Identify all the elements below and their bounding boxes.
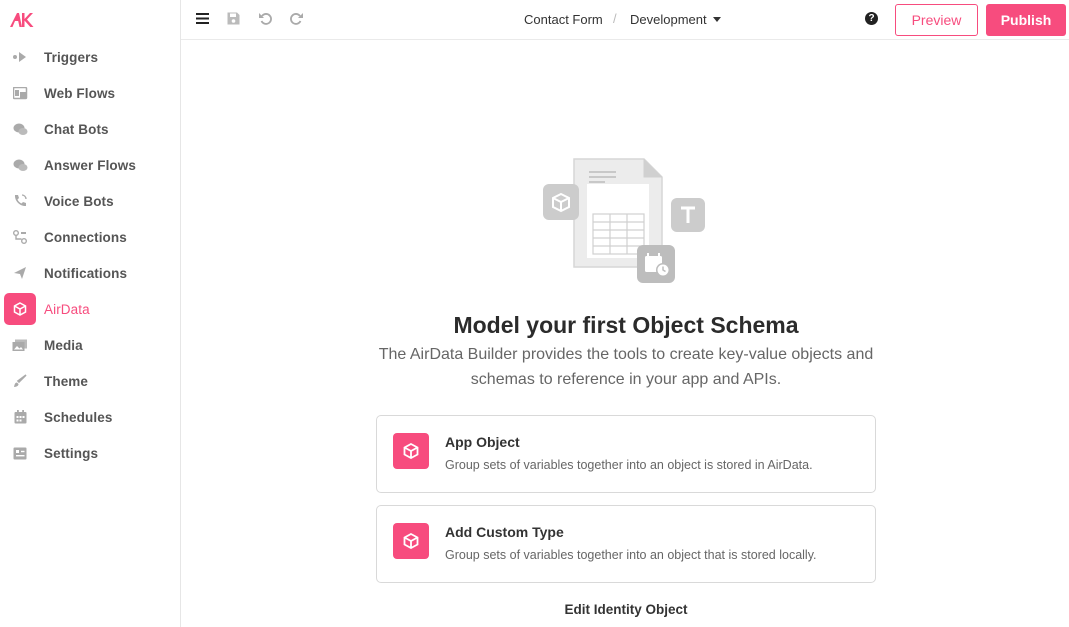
app-logo[interactable] [9, 12, 35, 28]
sidebar-item-triggers[interactable]: Triggers [0, 39, 180, 75]
empty-state-title: Model your first Object Schema [453, 312, 799, 338]
sidebar-item-label: Web Flows [44, 85, 116, 101]
phone-icon [12, 194, 28, 208]
sidebar-item-airdata[interactable]: AirData [0, 291, 180, 327]
sidebar-item-label: Chat Bots [44, 121, 109, 137]
sidebar-item-label: Connections [44, 229, 127, 245]
sidebar-item-web-flows[interactable]: Web Flows [0, 75, 180, 111]
calendar-icon [12, 410, 28, 424]
chat-bubbles-icon [12, 122, 28, 136]
sidebar-nav: Triggers Web Flows Chat Bots Answer Flow… [0, 39, 180, 471]
top-toolbar: Contact Form / Development ? Preview Pub… [181, 0, 1069, 40]
triggers-icon [12, 50, 28, 64]
sidebar-item-answer-flows[interactable]: Answer Flows [0, 147, 180, 183]
card-title: App Object [445, 434, 520, 450]
main-content: Contact Form / Development ? Preview Pub… [181, 0, 1069, 627]
edit-identity-object-link[interactable]: Edit Identity Object [376, 602, 876, 617]
sidebar-item-schedules[interactable]: Schedules [0, 399, 180, 435]
help-icon[interactable]: ? [865, 12, 878, 25]
sidebar-item-label: Triggers [44, 49, 99, 65]
sidebar-item-label: Notifications [44, 265, 128, 281]
card-title: Add Custom Type [445, 524, 564, 540]
sidebar-item-label: Settings [44, 445, 99, 461]
redo-icon[interactable] [289, 10, 305, 26]
empty-state-subtitle: The AirData Builder provides the tools t… [378, 346, 874, 388]
environment-dropdown[interactable]: Development [630, 12, 707, 27]
save-icon[interactable] [225, 10, 241, 26]
cube-icon [393, 433, 429, 469]
app-object-card[interactable]: App Object Group sets of variables toget… [376, 415, 876, 493]
schema-illustration [543, 157, 708, 287]
settings-icon [12, 446, 28, 460]
sidebar-item-notifications[interactable]: Notifications [0, 255, 180, 291]
connections-icon [12, 230, 28, 244]
brush-icon [12, 374, 28, 388]
chat-bubbles-icon [12, 158, 28, 172]
sidebar-item-label: Schedules [44, 409, 113, 425]
add-custom-type-card[interactable]: Add Custom Type Group sets of variables … [376, 505, 876, 583]
sidebar-item-connections[interactable]: Connections [0, 219, 180, 255]
sidebar-item-media[interactable]: Media [0, 327, 180, 363]
card-description: Group sets of variables together into an… [445, 458, 813, 472]
sidebar-item-label: Theme [44, 373, 89, 389]
web-flows-icon [12, 86, 28, 100]
cube-icon [4, 293, 36, 325]
sidebar-item-label: AirData [44, 301, 90, 317]
images-icon [12, 338, 28, 352]
sidebar-item-voice-bots[interactable]: Voice Bots [0, 183, 180, 219]
breadcrumb-separator: / [613, 11, 617, 26]
sidebar-item-label: Media [44, 337, 83, 353]
sidebar-item-chat-bots[interactable]: Chat Bots [0, 111, 180, 147]
chevron-down-icon[interactable] [713, 17, 721, 22]
preview-button[interactable]: Preview [895, 4, 978, 36]
sidebar: Triggers Web Flows Chat Bots Answer Flow… [0, 0, 181, 627]
sidebar-item-theme[interactable]: Theme [0, 363, 180, 399]
paper-plane-icon [12, 266, 28, 280]
publish-button[interactable]: Publish [986, 4, 1066, 36]
hamburger-menu-icon[interactable] [194, 10, 210, 26]
sidebar-item-settings[interactable]: Settings [0, 435, 180, 471]
breadcrumb-project[interactable]: Contact Form [524, 12, 603, 27]
undo-icon[interactable] [257, 10, 273, 26]
cube-icon [393, 523, 429, 559]
sidebar-item-label: Answer Flows [44, 157, 136, 173]
card-description: Group sets of variables together into an… [445, 548, 817, 562]
sidebar-item-label: Voice Bots [44, 193, 114, 209]
